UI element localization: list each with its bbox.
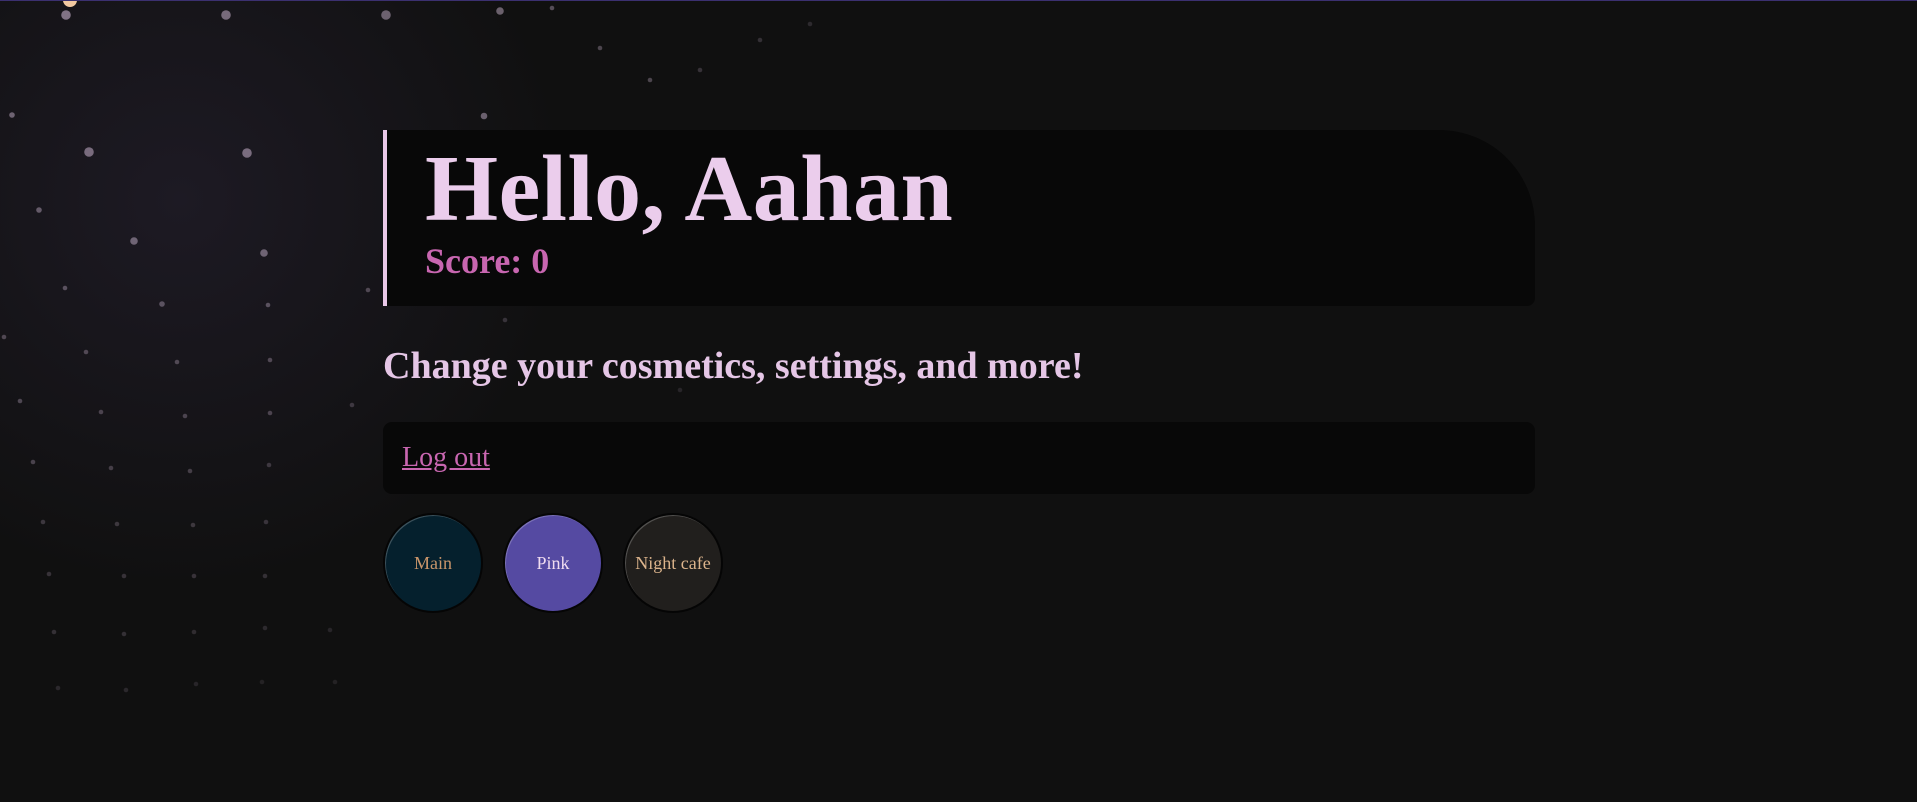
theme-button-label: Main [414, 552, 452, 573]
particle-dot [496, 7, 504, 15]
particle-dot [123, 687, 129, 693]
particle-dot [62, 285, 68, 291]
theme-button-pink[interactable]: Pink [503, 513, 603, 613]
particle-dot [114, 521, 120, 527]
top-border [0, 0, 1917, 1]
particle-dot [480, 112, 488, 120]
particle-dot [697, 67, 703, 73]
particle-dot [83, 349, 89, 355]
particle-dot [191, 573, 197, 579]
theme-button-label: Night cafe [635, 552, 711, 573]
particle-dot [242, 148, 252, 158]
particle-dot [260, 249, 268, 257]
theme-button-night-cafe[interactable]: Night cafe [623, 513, 723, 613]
greeting-panel: Hello, Aahan Score: 0 [383, 130, 1535, 306]
particle-dot [190, 522, 196, 528]
particle-dot [259, 679, 265, 685]
particle-dot [1, 334, 7, 340]
particle-dot [17, 398, 23, 404]
particle-dot [40, 519, 46, 525]
particle-dot [647, 77, 653, 83]
particle-dot [182, 413, 188, 419]
particle-dot [327, 627, 333, 633]
particle-dot [349, 402, 355, 408]
particle-dot [597, 45, 603, 51]
particle-dot [30, 459, 36, 465]
particle-dot [63, 0, 77, 7]
particle-dot [51, 629, 57, 635]
particle-dot [807, 21, 813, 27]
particle-dot [159, 301, 165, 307]
tagline: Change your cosmetics, settings, and mor… [383, 345, 1084, 387]
account-actions-bar: Log out [383, 422, 1535, 494]
particle-dot [108, 465, 114, 471]
theme-button-main[interactable]: Main [383, 513, 483, 613]
particle-dot [98, 409, 104, 415]
particle-dot [332, 679, 338, 685]
particle-dot [757, 37, 763, 43]
score-label: Score: 0 [425, 241, 550, 281]
main-content: Hello, Aahan Score: 0 Change your cosmet… [383, 130, 1535, 613]
particle-dot [262, 625, 268, 631]
particle-dot [263, 519, 269, 525]
particle-dot [267, 410, 273, 416]
particle-dot [174, 359, 180, 365]
page-title: Hello, Aahan [425, 137, 954, 241]
particle-dot [55, 685, 61, 691]
particle-dot [365, 287, 371, 293]
particle-dot [9, 112, 15, 118]
particle-dot [61, 10, 71, 20]
particle-dot [121, 573, 127, 579]
particle-dot [266, 462, 272, 468]
particle-dot [193, 681, 199, 687]
particle-dot [46, 571, 52, 577]
logout-link[interactable]: Log out [402, 442, 490, 474]
particle-dot [121, 631, 127, 637]
particle-dot [549, 5, 555, 11]
theme-button-label: Pink [536, 552, 570, 573]
particle-dot [84, 147, 94, 157]
particle-dot [221, 10, 231, 20]
particle-dot [187, 468, 193, 474]
particle-dot [36, 207, 42, 213]
theme-selector: Main Pink Night cafe [383, 513, 1535, 613]
particle-dot [262, 573, 268, 579]
particle-dot [191, 629, 197, 635]
particle-dot [381, 10, 391, 20]
particle-dot [267, 357, 273, 363]
particle-dot [265, 302, 271, 308]
particle-dot [130, 237, 138, 245]
